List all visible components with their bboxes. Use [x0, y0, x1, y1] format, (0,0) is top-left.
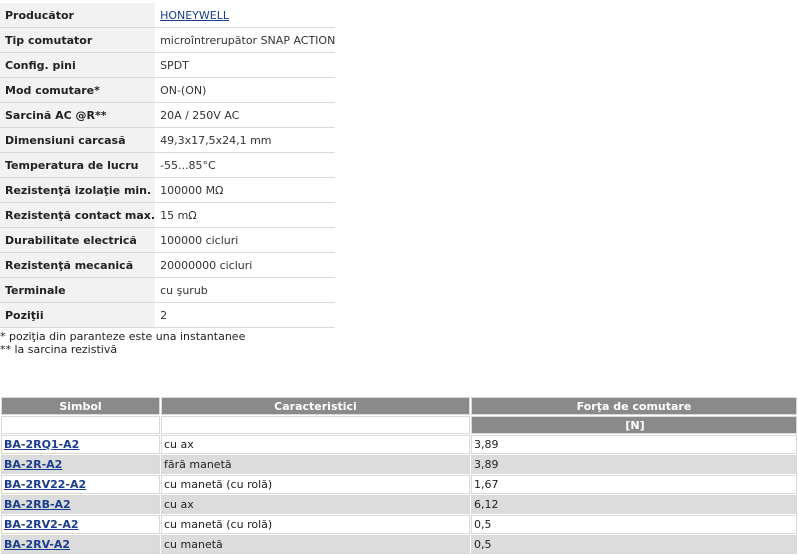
table-row: BA-2RV22-A2 cu manetă (cu rolă) 1,67 — [1, 475, 797, 494]
spec-value: 100000 MΩ — [155, 177, 336, 203]
spec-key: Config. pini — [0, 52, 156, 78]
spec-row-terminals: Terminale cu şurub — [0, 277, 336, 303]
spec-row-ac-load: Sarcină AC @R** 20A / 250V AC — [0, 102, 336, 128]
characteristics-cell: cu manetă (cu rolă) — [161, 515, 470, 534]
footnote-resistive-load: ** la sarcina rezistivă — [0, 343, 118, 356]
unit-cell-empty — [1, 416, 160, 434]
table-row: BA-2RB-A2 cu ax 6,12 — [1, 495, 797, 514]
spec-value: 100000 cicluri — [155, 227, 336, 253]
symbol-cell: BA-2RV2-A2 — [1, 515, 160, 534]
product-table-header: Simbol Caracteristici Forţa de comutare — [1, 397, 797, 415]
characteristics-cell: cu ax — [161, 435, 470, 454]
product-link[interactable]: BA-2RV2-A2 — [4, 518, 79, 531]
spec-row-housing-dimensions: Dimensiuni carcasă 49,3x17,5x24,1 mm — [0, 127, 336, 153]
spec-value: microîntrerupător SNAP ACTION — [155, 27, 336, 53]
unit-row: [N] — [1, 416, 797, 434]
spec-key: Rezistenţă izolaţie min. — [0, 177, 156, 203]
spec-value: 20A / 250V AC — [155, 102, 336, 128]
symbol-cell: BA-2R-A2 — [1, 455, 160, 474]
spec-key: Temperatura de lucru — [0, 152, 156, 178]
symbol-cell: BA-2RQ1-A2 — [1, 435, 160, 454]
spec-value: 15 mΩ — [155, 202, 336, 228]
characteristics-cell: cu manetă (cu rolă) — [161, 475, 470, 494]
spec-key: Dimensiuni carcasă — [0, 127, 156, 153]
product-link[interactable]: BA-2R-A2 — [4, 458, 62, 471]
unit-cell-empty — [161, 416, 470, 434]
force-cell: 3,89 — [471, 455, 797, 474]
table-row: BA-2RV2-A2 cu manetă (cu rolă) 0,5 — [1, 515, 797, 534]
spec-key: Rezistenţă mecanică — [0, 252, 156, 278]
product-link[interactable]: BA-2RB-A2 — [4, 498, 71, 511]
product-link[interactable]: BA-2RQ1-A2 — [4, 438, 79, 451]
spec-key: Rezistenţă contact max. — [0, 202, 156, 228]
product-link[interactable]: BA-2RV22-A2 — [4, 478, 86, 491]
footnote-instant-position: * poziţia din paranteze este una instant… — [0, 330, 246, 343]
symbol-cell: BA-2RV22-A2 — [1, 475, 160, 494]
column-header-symbol: Simbol — [1, 397, 160, 415]
spec-value: SPDT — [155, 52, 336, 78]
spec-key: Tip comutator — [0, 27, 156, 53]
characteristics-cell: cu ax — [161, 495, 470, 514]
spec-value: cu şurub — [155, 277, 336, 303]
force-unit-label: [N] — [471, 416, 797, 434]
spec-row-electrical-durability: Durabilitate electrică 100000 cicluri — [0, 227, 336, 253]
producer-link[interactable]: HONEYWELL — [160, 9, 229, 22]
force-cell: 3,89 — [471, 435, 797, 454]
spec-row-contact-resistance: Rezistenţă contact max. 15 mΩ — [0, 202, 336, 228]
spec-value: -55...85°C — [155, 152, 336, 178]
spec-row-producer: Producător HONEYWELL — [0, 3, 336, 28]
spec-key: Durabilitate electrică — [0, 227, 156, 253]
table-row: BA-2RQ1-A2 cu ax 3,89 — [1, 435, 797, 454]
table-row: BA-2R-A2 fără manetă 3,89 — [1, 455, 797, 474]
spec-row-switching-mode: Mod comutare* ON-(ON) — [0, 77, 336, 103]
product-variants-table: Simbol Caracteristici Forţa de comutare … — [0, 396, 798, 555]
force-cell: 0,5 — [471, 515, 797, 534]
characteristics-cell: fără manetă — [161, 455, 470, 474]
force-cell: 6,12 — [471, 495, 797, 514]
spec-value: ON-(ON) — [155, 77, 336, 103]
spec-row-positions: Poziţii 2 — [0, 302, 336, 328]
footnotes: * poziţia din paranteze este una instant… — [0, 330, 245, 356]
spec-key: Poziţii — [0, 302, 156, 328]
spec-key: Mod comutare* — [0, 77, 156, 103]
spec-row-pin-config: Config. pini SPDT — [0, 52, 336, 78]
force-cell: 1,67 — [471, 475, 797, 494]
spec-row-working-temperature: Temperatura de lucru -55...85°C — [0, 152, 336, 178]
spec-key: Producător — [0, 3, 156, 28]
symbol-cell: BA-2RB-A2 — [1, 495, 160, 514]
spec-value: 20000000 cicluri — [155, 252, 336, 278]
specifications-table: Producător HONEYWELL Tip comutator micro… — [0, 3, 336, 328]
spec-value: 49,3x17,5x24,1 mm — [155, 127, 336, 153]
spec-value: HONEYWELL — [155, 3, 336, 28]
spec-row-mechanical-resistance: Rezistenţă mecanică 20000000 cicluri — [0, 252, 336, 278]
spec-key: Sarcină AC @R** — [0, 102, 156, 128]
column-header-switching-force: Forţa de comutare — [471, 397, 797, 415]
column-header-characteristics: Caracteristici — [161, 397, 470, 415]
spec-value: 2 — [155, 302, 336, 328]
spec-row-switch-type: Tip comutator microîntrerupător SNAP ACT… — [0, 27, 336, 53]
spec-key: Terminale — [0, 277, 156, 303]
spec-row-insulation-resistance: Rezistenţă izolaţie min. 100000 MΩ — [0, 177, 336, 203]
